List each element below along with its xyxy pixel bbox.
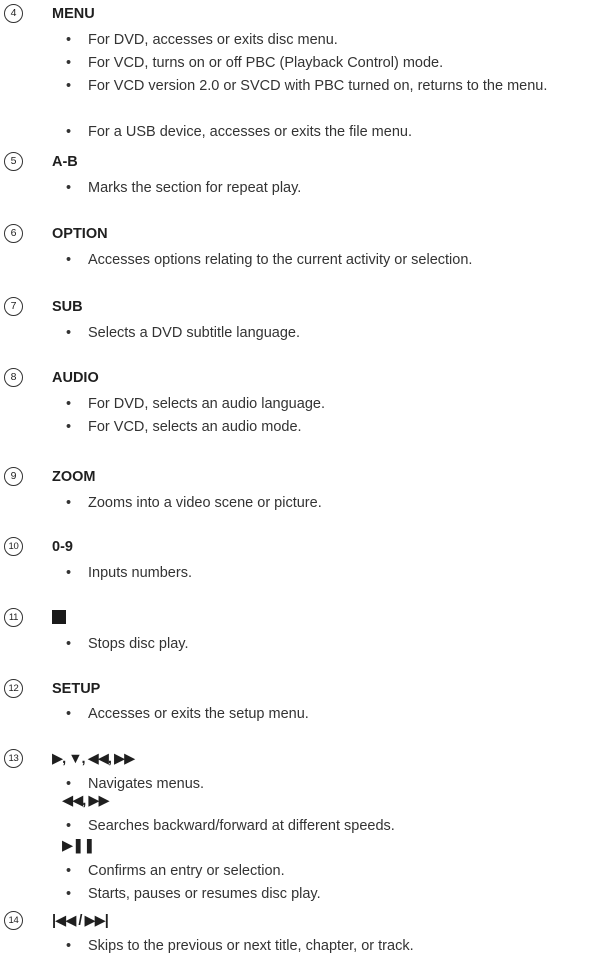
bullet-text: Marks the section for repeat play. xyxy=(88,180,302,196)
bullet-dot: • xyxy=(66,706,72,722)
bullet-text: Accesses or exits the setup menu. xyxy=(88,706,309,722)
bullet-dot: • xyxy=(66,396,72,412)
bullet-item: • Navigates menus. xyxy=(66,773,606,796)
bullet-item: • Starts, pauses or resumes disc play. xyxy=(66,883,606,906)
bullet-text: For DVD, accesses or exits disc menu. xyxy=(88,32,338,48)
bullet-text: Starts, pauses or resumes disc play. xyxy=(88,886,321,902)
item-number-badge: 9 xyxy=(4,467,23,486)
item-number-badge: 11 xyxy=(4,608,23,627)
control-label: 0-9 xyxy=(52,539,73,555)
bullet-text: For VCD, turns on or off PBC (Playback C… xyxy=(88,55,444,71)
bullet-dot: • xyxy=(66,78,72,94)
stop-square-icon xyxy=(52,610,66,624)
bullet-text: Confirms an entry or selection. xyxy=(88,863,285,879)
bullet-item: • Inputs numbers. xyxy=(66,562,606,585)
bullet-text: Inputs numbers. xyxy=(88,565,192,581)
control-label: OPTION xyxy=(52,226,108,242)
bullet-item: • For VCD version 2.0 or SVCD with PBC tu… xyxy=(66,75,606,98)
bullet-text: Searches backward/forward at different s… xyxy=(88,818,395,834)
bullet-text: For VCD, selects an audio mode. xyxy=(88,419,302,435)
bullet-dot: • xyxy=(66,886,72,902)
item-number-badge: 8 xyxy=(4,368,23,387)
control-label: ZOOM xyxy=(52,469,96,485)
bullet-dot: • xyxy=(66,124,72,140)
bullet-dot: • xyxy=(66,818,72,834)
bullet-dot: • xyxy=(66,252,72,268)
control-sublabel: ◀◀, ▶▶ xyxy=(62,793,110,809)
bullet-dot: • xyxy=(66,636,72,652)
item-number-badge: 4 xyxy=(4,4,23,23)
bullet-text: Accesses options relating to the current… xyxy=(88,252,473,268)
bullet-text: Stops disc play. xyxy=(88,636,189,652)
bullet-dot: • xyxy=(66,863,72,879)
bullet-dot: • xyxy=(66,419,72,435)
item-number-badge: 6 xyxy=(4,224,23,243)
bullet-item: • For VCD, turns on or off PBC (Playback … xyxy=(66,52,606,75)
item-number-badge: 7 xyxy=(4,297,23,316)
bullet-dot: • xyxy=(66,180,72,196)
bullet-text: For VCD version 2.0 or SVCD with PBC tur… xyxy=(88,78,548,94)
bullet-item: • Stops disc play. xyxy=(66,633,606,656)
bullet-dot: • xyxy=(66,565,72,581)
bullet-text: Navigates menus. xyxy=(88,776,205,792)
bullet-text: Skips to the previous or next title, cha… xyxy=(88,938,414,954)
bullet-item: • Skips to the previous or next title, ch… xyxy=(66,935,606,958)
bullet-dot: • xyxy=(66,55,72,71)
bullet-dot: • xyxy=(66,325,72,341)
bullet-item: • Accesses options relating to the curren… xyxy=(66,249,606,272)
bullet-item: • Accesses or exits the setup menu. xyxy=(66,703,606,726)
bullet-text: Selects a DVD subtitle language. xyxy=(88,325,300,341)
control-sublabel: ▶❚❚ xyxy=(62,838,95,854)
control-label xyxy=(52,609,66,627)
bullet-item: • For a USB device, accesses or exits the… xyxy=(66,121,606,144)
bullet-dot: • xyxy=(66,495,72,511)
bullet-text: For a USB device, accesses or exits the … xyxy=(88,124,412,140)
item-number-badge: 14 xyxy=(4,911,23,930)
control-label: A-B xyxy=(52,154,78,170)
bullet-item: • For VCD, selects an audio mode. xyxy=(66,416,606,439)
bullet-text: Zooms into a video scene or picture. xyxy=(88,495,322,511)
bullet-item: • For DVD, selects an audio language. xyxy=(66,393,606,416)
item-number-badge: 10 xyxy=(4,537,23,556)
bullet-item: • Selects a DVD subtitle language. xyxy=(66,322,606,345)
control-label: |◀◀ / ▶▶| xyxy=(52,913,109,929)
bullet-dot: • xyxy=(66,938,72,954)
control-label: AUDIO xyxy=(52,370,99,386)
bullet-dot: • xyxy=(66,32,72,48)
item-number-badge: 12 xyxy=(4,679,23,698)
bullet-item: • Searches backward/forward at different … xyxy=(66,815,606,838)
bullet-item: • Zooms into a video scene or picture. xyxy=(66,492,606,515)
control-label: SUB xyxy=(52,299,83,315)
item-number-badge: 13 xyxy=(4,749,23,768)
item-number-badge: 5 xyxy=(4,152,23,171)
bullet-item: • Confirms an entry or selection. xyxy=(66,860,606,883)
control-label: SETUP xyxy=(52,681,101,697)
control-label: ▶, ▼, ◀◀, ▶▶ xyxy=(52,751,135,767)
bullet-item: • Marks the section for repeat play. xyxy=(66,177,606,200)
control-label: MENU xyxy=(52,6,95,22)
bullet-text: For DVD, selects an audio language. xyxy=(88,396,325,412)
bullet-item: • For DVD, accesses or exits disc menu. xyxy=(66,29,606,52)
